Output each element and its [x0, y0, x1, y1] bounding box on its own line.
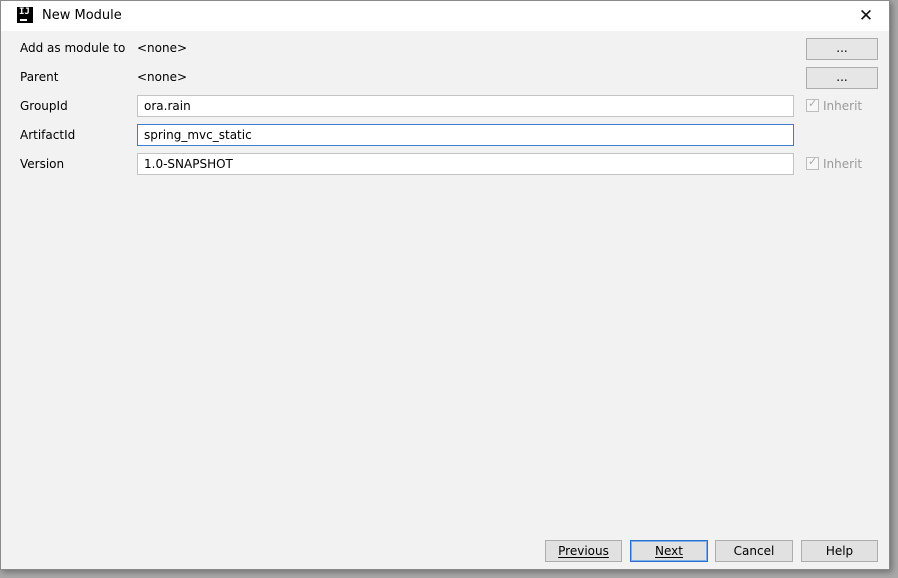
- title-bar: IJ New Module ✕: [1, 1, 889, 31]
- cancel-button[interactable]: Cancel: [715, 540, 793, 562]
- add-as-module-value: <none>: [137, 41, 188, 55]
- add-as-module-label: Add as module to: [20, 41, 126, 55]
- checkbox-checked-icon: [806, 97, 819, 112]
- parent-browse-button[interactable]: ...: [806, 67, 878, 89]
- groupid-inherit-checkbox: Inherit: [806, 97, 863, 115]
- checkbox-checked-icon: [806, 155, 819, 170]
- help-button[interactable]: Help: [801, 540, 878, 562]
- version-field[interactable]: [137, 153, 794, 175]
- artifactid-label: ArtifactId: [20, 128, 76, 142]
- dialog-title: New Module: [42, 8, 122, 23]
- add-as-module-browse-button[interactable]: ...: [806, 38, 878, 60]
- next-button[interactable]: Next: [630, 540, 708, 562]
- new-module-dialog: IJ New Module ✕ Add as module to <none> …: [0, 0, 890, 570]
- next-button-label: Next: [655, 544, 683, 558]
- previous-button-label: Previous: [558, 544, 609, 558]
- version-label: Version: [20, 157, 65, 171]
- previous-button[interactable]: Previous: [545, 540, 622, 562]
- parent-label: Parent: [20, 70, 59, 84]
- groupid-field[interactable]: [137, 95, 794, 117]
- version-inherit-checkbox: Inherit: [806, 155, 863, 173]
- version-inherit-label: Inherit: [823, 157, 863, 171]
- close-icon[interactable]: ✕: [855, 5, 877, 27]
- artifactid-field[interactable]: [137, 124, 794, 146]
- app-icon-label: IJ: [19, 7, 30, 17]
- groupid-label: GroupId: [20, 99, 68, 113]
- groupid-inherit-label: Inherit: [823, 99, 863, 113]
- parent-value: <none>: [137, 70, 188, 84]
- intellij-app-icon: IJ: [17, 7, 33, 23]
